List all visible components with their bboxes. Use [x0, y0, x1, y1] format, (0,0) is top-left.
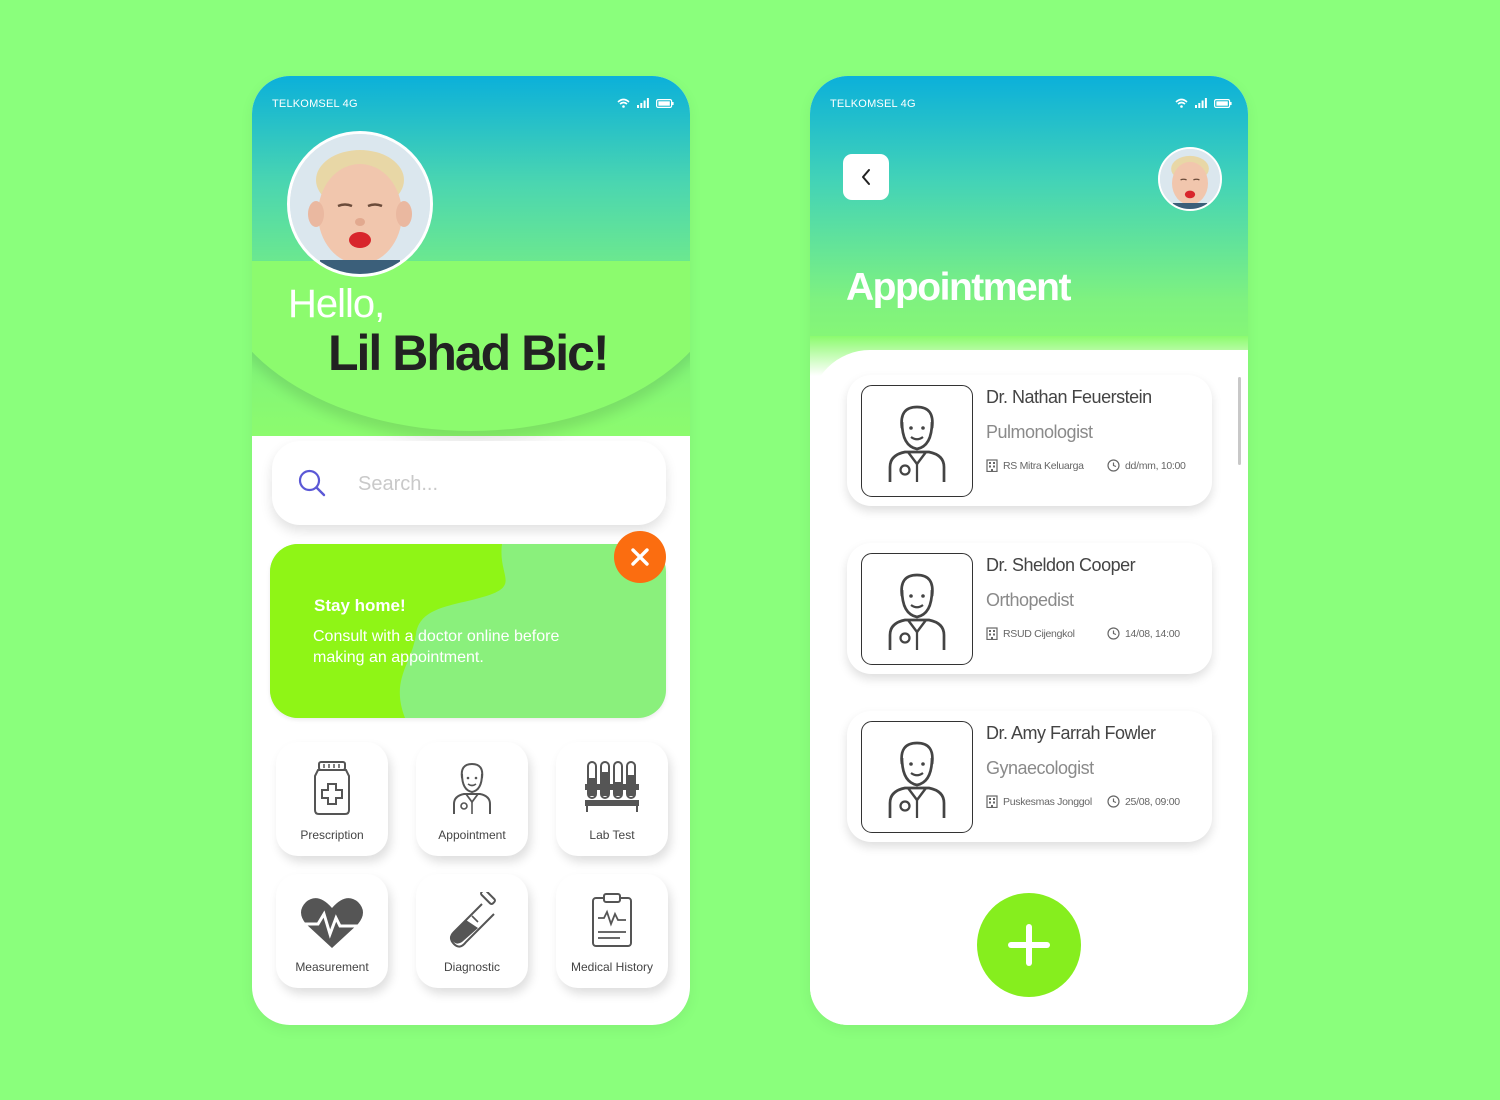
user-name: Lil Bhad Bic! — [328, 325, 610, 381]
status-icons — [1175, 98, 1232, 108]
location-text: RS Mitra Keluarga — [1003, 459, 1084, 472]
clock-icon — [1107, 459, 1120, 472]
menu-label: Measurement — [295, 960, 369, 974]
menu-medical-history[interactable]: Medical History — [556, 874, 668, 988]
menu-lab-test[interactable]: Lab Test — [556, 742, 668, 856]
appointment-card[interactable]: Dr. Nathan Feuerstein Pulmonologist RS M… — [847, 375, 1212, 506]
menu-label: Appointment — [438, 828, 506, 842]
prescription-bottle-icon — [314, 761, 350, 815]
wifi-icon — [1175, 98, 1188, 108]
menu-label: Medical History — [570, 960, 654, 974]
appointment-card[interactable]: Dr. Sheldon Cooper Orthopedist RSUD Cije… — [847, 543, 1212, 674]
hospital-icon — [986, 459, 998, 472]
chevron-left-icon — [862, 169, 870, 185]
clock-icon — [1107, 795, 1120, 808]
doctor-icon — [453, 762, 491, 814]
doctor-avatar-frame — [861, 385, 973, 497]
doctor-specialty: Pulmonologist — [986, 422, 1093, 442]
menu-appointment[interactable]: Appointment — [416, 742, 528, 856]
doctor-avatar-frame — [861, 553, 973, 665]
signal-icon — [637, 98, 649, 108]
search-icon — [298, 469, 326, 497]
battery-icon — [1214, 98, 1232, 108]
heartbeat-icon — [300, 898, 364, 948]
location-text: Puskesmas Jonggol — [1003, 795, 1092, 808]
close-icon — [631, 548, 649, 566]
time-text: 14/08, 14:00 — [1125, 627, 1180, 640]
menu-measurement[interactable]: Measurement — [276, 874, 388, 988]
time-text: 25/08, 09:00 — [1125, 795, 1180, 808]
menu-prescription[interactable]: Prescription — [276, 742, 388, 856]
appointment-location: RS Mitra Keluarga — [986, 459, 1084, 472]
plus-icon — [1008, 924, 1050, 966]
promo-text: Consult with a doctor online before maki… — [313, 628, 560, 666]
menu-label: Prescription — [300, 828, 364, 842]
test-tube-icon — [450, 892, 496, 948]
appointment-location: RSUD Cijengkol — [986, 627, 1075, 640]
hospital-icon — [986, 795, 998, 808]
status-icons — [617, 98, 674, 108]
menu-diagnostic[interactable]: Diagnostic — [416, 874, 528, 988]
promo-banner[interactable]: Stay home! Consult with a doctor online … — [270, 544, 666, 718]
scrollbar[interactable] — [1238, 377, 1241, 465]
signal-icon — [1195, 98, 1207, 108]
doctor-icon — [888, 741, 946, 818]
appointment-screen: TELKOMSEL 4G Appointment Dr. Nathan Feue… — [810, 76, 1248, 1025]
doctor-name: Dr. Amy Farrah Fowler — [986, 723, 1156, 743]
add-appointment-button[interactable] — [977, 893, 1081, 997]
doctor-specialty: Gynaecologist — [986, 758, 1094, 778]
appointment-time: dd/mm, 10:00 — [1107, 459, 1186, 472]
doctor-name: Dr. Sheldon Cooper — [986, 555, 1136, 575]
carrier-label: TELKOMSEL 4G — [272, 98, 358, 110]
menu-label: Lab Test — [589, 828, 635, 842]
close-button[interactable] — [614, 531, 666, 583]
doctor-avatar-frame — [861, 721, 973, 833]
promo-title: Stay home! — [314, 596, 406, 615]
wifi-icon — [617, 98, 630, 108]
doctor-icon — [888, 573, 946, 650]
doctor-name: Dr. Nathan Feuerstein — [986, 387, 1152, 407]
appointment-header — [810, 76, 1248, 376]
battery-icon — [656, 98, 674, 108]
page-title: Appointment — [846, 266, 1071, 309]
appointment-card[interactable]: Dr. Amy Farrah Fowler Gynaecologist Pusk… — [847, 711, 1212, 842]
home-screen: TELKOMSEL 4G Hello, Lil Bhad Bic! Search… — [252, 76, 690, 1025]
greeting: Hello, — [288, 282, 385, 326]
user-avatar[interactable] — [1158, 147, 1222, 211]
clock-icon — [1107, 627, 1120, 640]
doctor-icon — [888, 405, 946, 482]
appointment-time: 25/08, 09:00 — [1107, 795, 1180, 808]
menu-label: Diagnostic — [443, 960, 501, 974]
clipboard-icon — [592, 893, 632, 947]
time-text: dd/mm, 10:00 — [1125, 459, 1186, 472]
back-button[interactable] — [843, 154, 889, 200]
user-avatar[interactable] — [287, 131, 433, 277]
appointment-time: 14/08, 14:00 — [1107, 627, 1180, 640]
carrier-label: TELKOMSEL 4G — [830, 98, 916, 110]
appointment-location: Puskesmas Jonggol — [986, 795, 1092, 808]
location-text: RSUD Cijengkol — [1003, 627, 1075, 640]
test-tubes-icon — [585, 761, 639, 812]
hospital-icon — [986, 627, 998, 640]
search-bar[interactable] — [272, 441, 666, 525]
search-input[interactable] — [356, 465, 640, 503]
doctor-specialty: Orthopedist — [986, 590, 1074, 610]
